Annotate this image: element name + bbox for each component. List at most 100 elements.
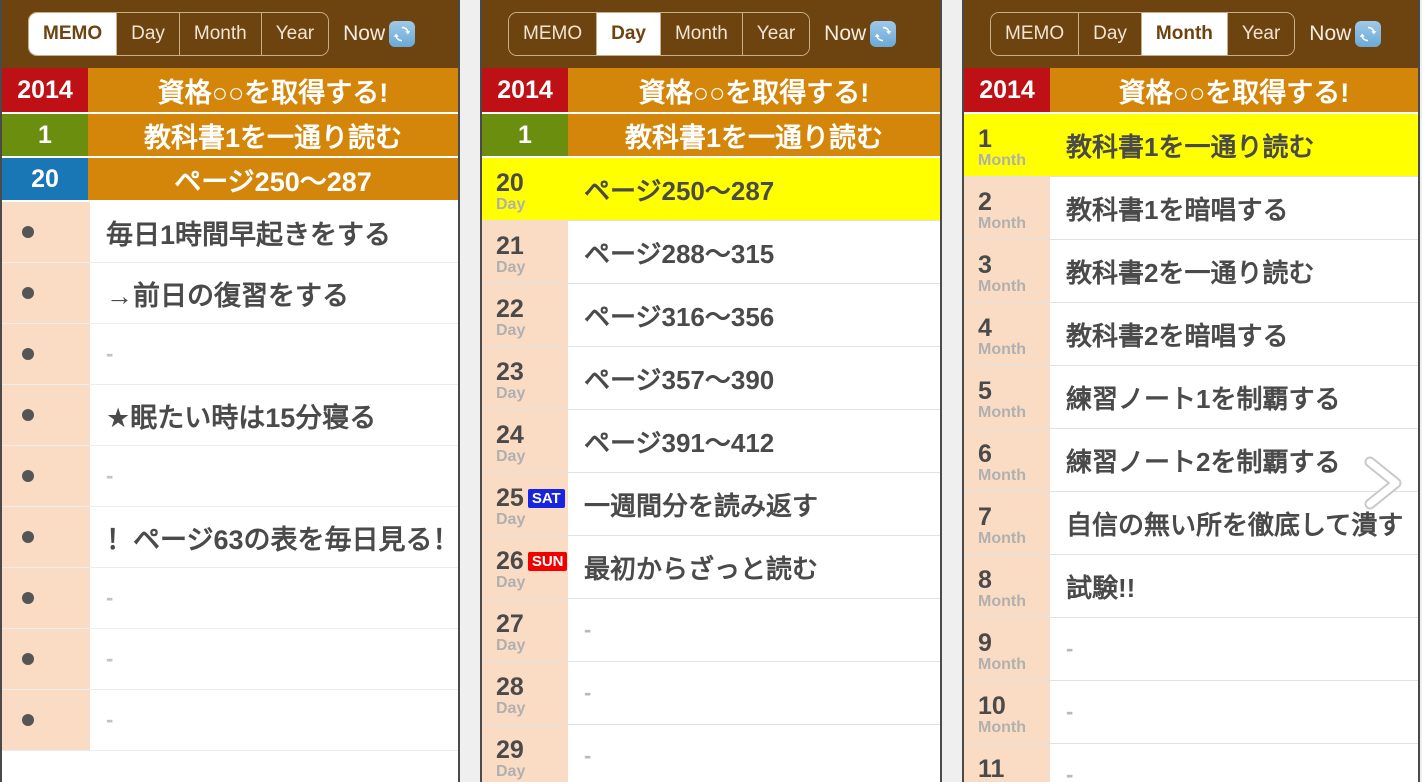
list-item-index: 26 SUN Day — [482, 536, 568, 598]
goal-month-text: 教科書1を一通り読む — [88, 114, 458, 156]
tab-memo[interactable]: MEMO — [991, 13, 1080, 55]
list-item-index: 1 Month — [964, 114, 1050, 176]
list-item[interactable]: 26 SUN Day 最初からざっと読む — [482, 536, 940, 599]
list-item-index: 4 Month — [964, 303, 1050, 365]
memo-row[interactable]: - — [2, 324, 458, 385]
memo-row[interactable]: - — [2, 690, 458, 751]
memo-bullet-cell — [2, 263, 90, 323]
list-item[interactable]: 21 Day ページ288〜315 — [482, 221, 940, 284]
refresh-icon[interactable] — [1355, 21, 1382, 47]
list-item[interactable]: 6 Month 練習ノート2を制覇する — [964, 429, 1418, 492]
now-label: Now — [824, 22, 867, 45]
list-item-unit: Day — [496, 699, 526, 717]
list-item-text: - — [1050, 744, 1418, 782]
list-item[interactable]: 2 Month 教科書1を暗唱する — [964, 177, 1418, 240]
now-button[interactable]: Now — [824, 21, 897, 47]
memo-row[interactable]: - — [2, 568, 458, 629]
memo-list[interactable]: 毎日1時間早起きをする →前日の復習をする - ★眠たい時は15分寝る - ！ページ63の… — [2, 202, 458, 751]
empty-dash: - — [1066, 636, 1074, 661]
list-item[interactable]: 25 SAT Day 一週間分を読み返す — [482, 473, 940, 536]
list-item[interactable]: 8 Month 試験!! — [964, 555, 1418, 618]
list-item-index: 28 Day — [482, 662, 568, 724]
list-item-index: 21 Day — [482, 221, 568, 283]
tab-day[interactable]: Day — [117, 13, 180, 55]
memo-row[interactable]: ★眠たい時は15分寝る — [2, 385, 458, 446]
list-item[interactable]: 22 Day ページ316〜356 — [482, 284, 940, 347]
list-item[interactable]: 3 Month 教科書2を一通り読む — [964, 240, 1418, 303]
list-item-index: 10 Month — [964, 681, 1050, 743]
tab-day[interactable]: Day — [1079, 13, 1142, 55]
memo-row[interactable]: 毎日1時間早起きをする — [2, 202, 458, 263]
list-item-text: 教科書1を暗唱する — [1066, 194, 1289, 225]
tab-year[interactable]: Year — [742, 13, 810, 55]
month-panel: MEMO Day Month Year Now 2014 資格○○を取得する! — [962, 0, 1420, 782]
list-item[interactable]: 1 Month 教科書1を一通り読む — [964, 114, 1418, 177]
tab-year[interactable]: Year — [261, 13, 329, 55]
goal-row-year[interactable]: 2014 資格○○を取得する! — [964, 68, 1418, 114]
list-item[interactable]: 9 Month - — [964, 618, 1418, 681]
memo-bullet-cell — [2, 202, 90, 262]
list-item[interactable]: 27 Day - — [482, 599, 940, 662]
month-list[interactable]: 1 Month 教科書1を一通り読む 2 Month 教科書1を暗唱する 3 Month 教科書… — [964, 114, 1418, 782]
goal-year-text: 資格○○を取得する! — [568, 68, 940, 112]
list-item[interactable]: 5 Month 練習ノート1を制覇する — [964, 366, 1418, 429]
goal-row-month[interactable]: 1 教科書1を一通り読む — [482, 114, 940, 158]
list-item-number: 6 — [978, 440, 992, 469]
tab-memo[interactable]: MEMO — [29, 13, 118, 55]
now-button[interactable]: Now — [1309, 21, 1382, 47]
list-item[interactable]: 7 Month 自信の無い所を徹底して潰す — [964, 492, 1418, 555]
toolbar: MEMO Day Month Year Now — [2, 0, 458, 68]
view-mode-segmented-control[interactable]: MEMO Day Month Year — [990, 12, 1296, 56]
memo-row[interactable]: →前日の復習をする — [2, 263, 458, 324]
screenshot-root: MEMO Day Month Year Now 2014 資格○○を取得する! … — [0, 0, 1422, 782]
goal-row-year[interactable]: 2014 資格○○を取得する! — [2, 68, 458, 114]
tab-month[interactable]: Month — [1141, 13, 1228, 55]
refresh-icon[interactable] — [870, 21, 897, 47]
tab-year[interactable]: Year — [1227, 13, 1295, 55]
view-mode-segmented-control[interactable]: MEMO Day Month Year — [28, 12, 330, 56]
list-item[interactable]: 11Month- — [964, 744, 1418, 782]
empty-dash: - — [106, 707, 114, 732]
tab-month[interactable]: Month — [660, 13, 743, 55]
tab-day[interactable]: Day — [597, 13, 661, 55]
memo-row[interactable]: - — [2, 629, 458, 690]
empty-dash: - — [584, 743, 592, 768]
goal-row-day[interactable]: 20 ページ250〜287 — [2, 158, 458, 202]
empty-dash: - — [106, 463, 114, 488]
list-item[interactable]: 4 Month 教科書2を暗唱する — [964, 303, 1418, 366]
list-item[interactable]: 28 Day - — [482, 662, 940, 725]
memo-panel: MEMO Day Month Year Now 2014 資格○○を取得する! … — [0, 0, 460, 782]
list-item-number: 7 — [978, 503, 992, 532]
goal-year-text: 資格○○を取得する! — [88, 68, 458, 112]
list-item-index: 9 Month — [964, 618, 1050, 680]
list-item-index: 7 Month — [964, 492, 1050, 554]
list-item[interactable]: 24 Day ページ391〜412 — [482, 410, 940, 473]
list-item-unit: Day — [496, 447, 526, 465]
goal-row-month[interactable]: 1 教科書1を一通り読む — [2, 114, 458, 158]
now-button[interactable]: Now — [343, 21, 416, 47]
list-item-unit: Day — [496, 321, 526, 339]
refresh-icon[interactable] — [389, 21, 416, 47]
list-item[interactable]: 10 Month - — [964, 681, 1418, 744]
list-item[interactable]: 29 Day - — [482, 725, 940, 782]
goal-row-year[interactable]: 2014 資格○○を取得する! — [482, 68, 940, 114]
list-item-number: 10 — [978, 692, 1006, 721]
list-item-index: 20 Day — [482, 158, 568, 220]
tab-month[interactable]: Month — [179, 13, 262, 55]
tab-memo[interactable]: MEMO — [509, 13, 598, 55]
list-item-unit: Day — [496, 258, 526, 276]
memo-row[interactable]: - — [2, 446, 458, 507]
list-item-number: 20 — [496, 169, 524, 198]
panel-divider-2 — [942, 0, 962, 782]
memo-row-text: - — [90, 446, 458, 506]
memo-row-text: - — [90, 690, 458, 750]
bullet-icon — [22, 226, 34, 238]
list-item[interactable]: 23 Day ページ357〜390 — [482, 347, 940, 410]
memo-row[interactable]: ！ページ63の表を毎日見る！ — [2, 507, 458, 568]
panel-divider-1 — [460, 0, 480, 782]
day-list[interactable]: 20 Day ページ250〜287 21 Day ページ288〜315 22 Day ページ31… — [482, 158, 940, 782]
list-item[interactable]: 20 Day ページ250〜287 — [482, 158, 940, 221]
list-item-text: 一週間分を読み返す — [584, 490, 819, 521]
memo-row-text: →前日の復習をする — [106, 280, 349, 311]
view-mode-segmented-control[interactable]: MEMO Day Month Year — [508, 12, 811, 56]
